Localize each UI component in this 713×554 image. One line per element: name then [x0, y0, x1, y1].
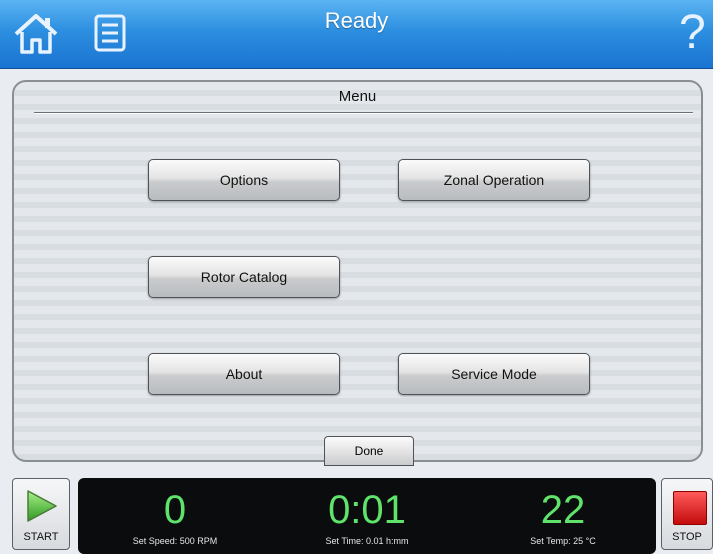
- time-value: 0:01: [328, 488, 406, 532]
- set-temp-label: Set Temp: 25 °C: [530, 536, 596, 546]
- panel-title: Menu: [338, 88, 377, 105]
- top-bar: Ready ?: [0, 0, 713, 69]
- stop-button[interactable]: STOP: [661, 478, 713, 550]
- status-display: 0 Set Speed: 500 RPM 0:01 Set Time: 0.01…: [78, 478, 656, 554]
- stop-icon: [673, 491, 707, 525]
- temp-value: 22: [540, 488, 586, 532]
- help-icon: ?: [679, 6, 706, 59]
- start-label: START: [23, 531, 59, 543]
- menu-panel: Menu Options Zonal Operation Rotor Catal…: [12, 80, 703, 466]
- status-title: Ready: [324, 8, 389, 33]
- title-divider: [34, 112, 693, 114]
- options-button[interactable]: Options: [148, 159, 340, 201]
- stop-label: STOP: [672, 531, 702, 543]
- rotor-catalog-button[interactable]: Rotor Catalog: [148, 256, 340, 298]
- done-button[interactable]: Done: [324, 436, 414, 466]
- about-button[interactable]: About: [148, 353, 340, 395]
- set-speed-label: Set Speed: 500 RPM: [132, 536, 218, 546]
- service-mode-button[interactable]: Service Mode: [398, 353, 590, 395]
- play-icon: [27, 490, 57, 522]
- set-time-label: Set Time: 0.01 h:mm: [325, 536, 409, 546]
- start-button[interactable]: START: [12, 478, 70, 550]
- speed-value: 0: [163, 488, 187, 532]
- help-button[interactable]: ?: [679, 6, 706, 60]
- zonal-operation-button[interactable]: Zonal Operation: [398, 159, 590, 201]
